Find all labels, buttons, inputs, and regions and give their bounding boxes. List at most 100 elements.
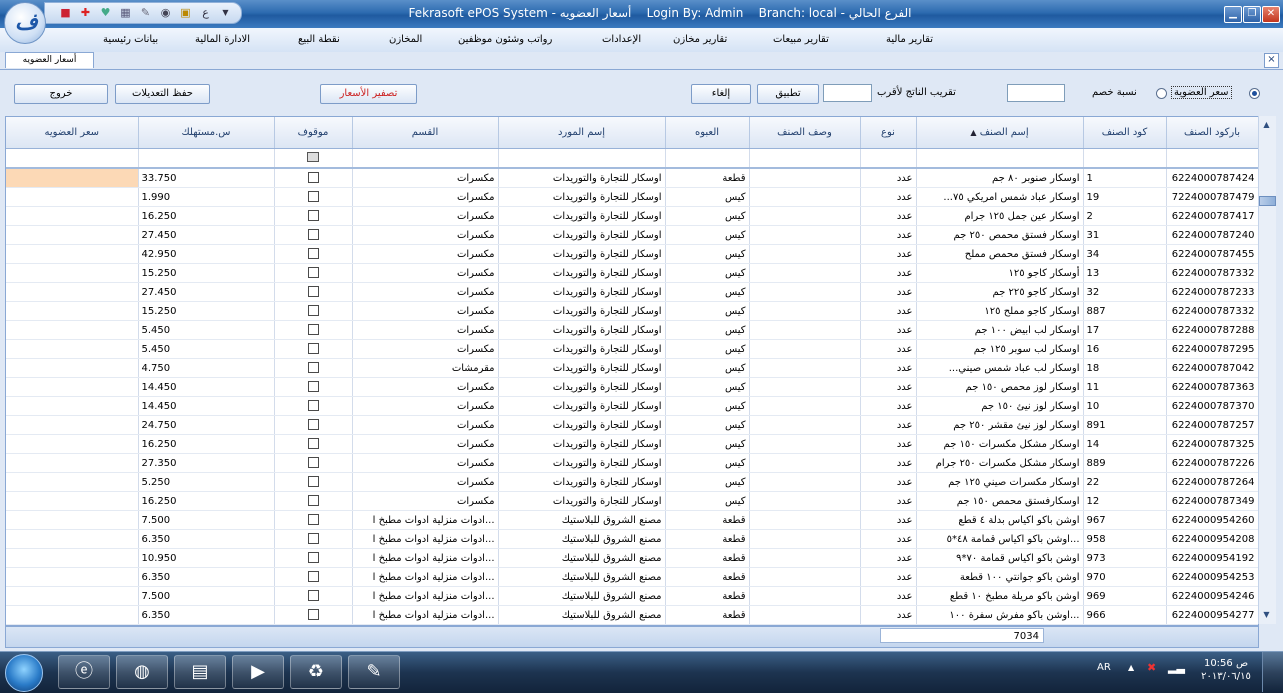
description-cell[interactable]: [749, 453, 861, 473]
type-cell[interactable]: عدد: [860, 605, 917, 625]
item-code-cell[interactable]: 11: [1083, 377, 1167, 397]
tab-member-prices[interactable]: أسعار العضويه: [5, 52, 94, 68]
department-cell[interactable]: ...ادوات منزلية ادوات مطبخ ا: [352, 567, 499, 587]
consumer-price-cell[interactable]: 6.350: [138, 529, 275, 549]
table-row[interactable]: 27.350 مكسرات اوسكار للتجارة والتوريدات كيس…: [6, 453, 1258, 473]
barcode-cell[interactable]: 6224000787042: [1166, 358, 1258, 378]
menu-master-data[interactable]: بيانات رئيسية: [103, 34, 158, 45]
department-cell[interactable]: مكسرات: [352, 472, 499, 492]
item-code-cell[interactable]: 969: [1083, 586, 1167, 606]
supplier-cell[interactable]: اوسكار للتجارة والتوريدات: [498, 206, 666, 226]
suspended-checkbox[interactable]: [307, 286, 319, 298]
type-cell[interactable]: عدد: [860, 358, 917, 378]
item-code-cell[interactable]: 967: [1083, 510, 1167, 530]
show-desktop-button[interactable]: [1262, 652, 1283, 692]
barcode-cell[interactable]: 6224000787332: [1166, 301, 1258, 321]
app-logo-button[interactable]: ف: [4, 2, 46, 44]
firefox-icon[interactable]: ◍: [116, 655, 168, 689]
table-row[interactable]: 33.750 مكسرات اوسكار للتجارة والتوريدات قطع…: [6, 168, 1258, 188]
department-cell[interactable]: مكسرات: [352, 320, 499, 340]
ie-icon[interactable]: ⓔ: [58, 655, 110, 689]
barcode-cell[interactable]: 6224000787417: [1166, 206, 1258, 226]
package-cell[interactable]: قطعة: [665, 605, 750, 625]
package-cell[interactable]: قطعة: [665, 548, 750, 568]
suspended-cell[interactable]: [274, 187, 353, 207]
type-cell[interactable]: عدد: [860, 529, 917, 549]
consumer-price-cell[interactable]: 14.450: [138, 396, 275, 416]
suspended-checkbox[interactable]: [307, 267, 319, 279]
suspended-cell[interactable]: [274, 339, 353, 359]
table-row[interactable]: 5.450 مكسرات اوسكار للتجارة والتوريدات كيس ع…: [6, 339, 1258, 359]
barcode-cell[interactable]: 6224000787240: [1166, 225, 1258, 245]
restore-button[interactable]: ❐: [1243, 6, 1261, 23]
department-cell[interactable]: مكسرات: [352, 168, 499, 188]
consumer-price-cell[interactable]: 33.750: [138, 168, 275, 188]
barcode-cell[interactable]: 7224000787479: [1166, 187, 1258, 207]
supplier-cell[interactable]: اوسكار للتجارة والتوريدات: [498, 263, 666, 283]
col-header-supplier[interactable]: إسم المورد: [498, 117, 666, 149]
supplier-cell[interactable]: اوسكار للتجارة والتوريدات: [498, 377, 666, 397]
consumer-price-cell[interactable]: 27.350: [138, 453, 275, 473]
item-name-cell[interactable]: اوسكار لب سوبر ١٢٥ جم: [916, 339, 1084, 359]
filter-cell[interactable]: [352, 148, 499, 169]
department-cell[interactable]: مكسرات: [352, 187, 499, 207]
language-icon[interactable]: ع: [199, 6, 212, 19]
package-cell[interactable]: كيس: [665, 320, 750, 340]
type-cell[interactable]: عدد: [860, 187, 917, 207]
member-price-cell[interactable]: [6, 339, 139, 359]
col-header-description[interactable]: وصف الصنف: [749, 117, 861, 149]
filter-cell[interactable]: [749, 148, 861, 169]
col-header-barcode[interactable]: باركود الصنف: [1166, 117, 1258, 149]
item-code-cell[interactable]: 32: [1083, 282, 1167, 302]
supplier-cell[interactable]: اوسكار للتجارة والتوريدات: [498, 472, 666, 492]
type-cell[interactable]: عدد: [860, 434, 917, 454]
type-cell[interactable]: عدد: [860, 244, 917, 264]
close-button[interactable]: ✕: [1262, 6, 1280, 23]
suspended-checkbox[interactable]: [307, 381, 319, 393]
item-code-cell[interactable]: 19: [1083, 187, 1167, 207]
package-cell[interactable]: كيس: [665, 491, 750, 511]
item-code-cell[interactable]: 970: [1083, 567, 1167, 587]
item-code-cell[interactable]: 958: [1083, 529, 1167, 549]
description-cell[interactable]: [749, 377, 861, 397]
col-header-department[interactable]: القسم: [352, 117, 499, 149]
barcode-cell[interactable]: 6224000787233: [1166, 282, 1258, 302]
filter-cell[interactable]: [665, 148, 750, 169]
exit-button[interactable]: خروج: [14, 84, 108, 104]
description-cell[interactable]: [749, 586, 861, 606]
item-name-cell[interactable]: اوسكار لوز نيئ ١٥٠ جم: [916, 396, 1084, 416]
suspended-checkbox[interactable]: [307, 590, 319, 602]
item-code-cell[interactable]: 966: [1083, 605, 1167, 625]
type-cell[interactable]: عدد: [860, 491, 917, 511]
package-cell[interactable]: كيس: [665, 301, 750, 321]
department-cell[interactable]: ...ادوات منزلية ادوات مطبخ ا: [352, 548, 499, 568]
item-name-cell[interactable]: اوشن باكو اكياس بدلة ٤ قطع: [916, 510, 1084, 530]
menu-warehouses[interactable]: المخازن: [389, 34, 422, 45]
type-cell[interactable]: عدد: [860, 510, 917, 530]
description-cell[interactable]: [749, 358, 861, 378]
item-name-cell[interactable]: اوشن باكو اكياس قمامة ٧٠*٩: [916, 548, 1084, 568]
item-name-cell[interactable]: اوسكار لوز نيئ مقشر ٢٥٠ جم: [916, 415, 1084, 435]
notepad-icon[interactable]: ✎: [139, 6, 152, 19]
package-cell[interactable]: قطعة: [665, 567, 750, 587]
type-cell[interactable]: عدد: [860, 301, 917, 321]
suspended-cell[interactable]: [274, 225, 353, 245]
supplier-cell[interactable]: مصنع الشروق للبلاستيك: [498, 529, 666, 549]
suspended-checkbox[interactable]: [307, 495, 319, 507]
package-cell[interactable]: كيس: [665, 244, 750, 264]
vertical-scrollbar[interactable]: [1258, 116, 1276, 624]
barcode-cell[interactable]: 6224000787455: [1166, 244, 1258, 264]
department-cell[interactable]: ...ادوات منزلية ادوات مطبخ ا: [352, 510, 499, 530]
table-row[interactable]: 27.450 مكسرات اوسكار للتجارة والتوريدات كيس…: [6, 282, 1258, 302]
department-cell[interactable]: ...ادوات منزلية ادوات مطبخ ا: [352, 605, 499, 625]
supplier-cell[interactable]: اوسكار للتجارة والتوريدات: [498, 301, 666, 321]
department-cell[interactable]: مكسرات: [352, 453, 499, 473]
barcode-cell[interactable]: 6224000787226: [1166, 453, 1258, 473]
supplier-cell[interactable]: اوسكار للتجارة والتوريدات: [498, 168, 666, 188]
media-icon[interactable]: ▶: [232, 655, 284, 689]
item-name-cell[interactable]: اوسكار صنوبر ٨٠ جم: [916, 168, 1084, 188]
filter-cell[interactable]: [138, 148, 275, 169]
table-row[interactable]: 7.500 ...ادوات منزلية ادوات مطبخ ا مصنع ال…: [6, 510, 1258, 530]
table-row[interactable]: 16.250 مكسرات اوسكار للتجارة والتوريدات كيس…: [6, 206, 1258, 226]
supplier-cell[interactable]: اوسكار للتجارة والتوريدات: [498, 415, 666, 435]
